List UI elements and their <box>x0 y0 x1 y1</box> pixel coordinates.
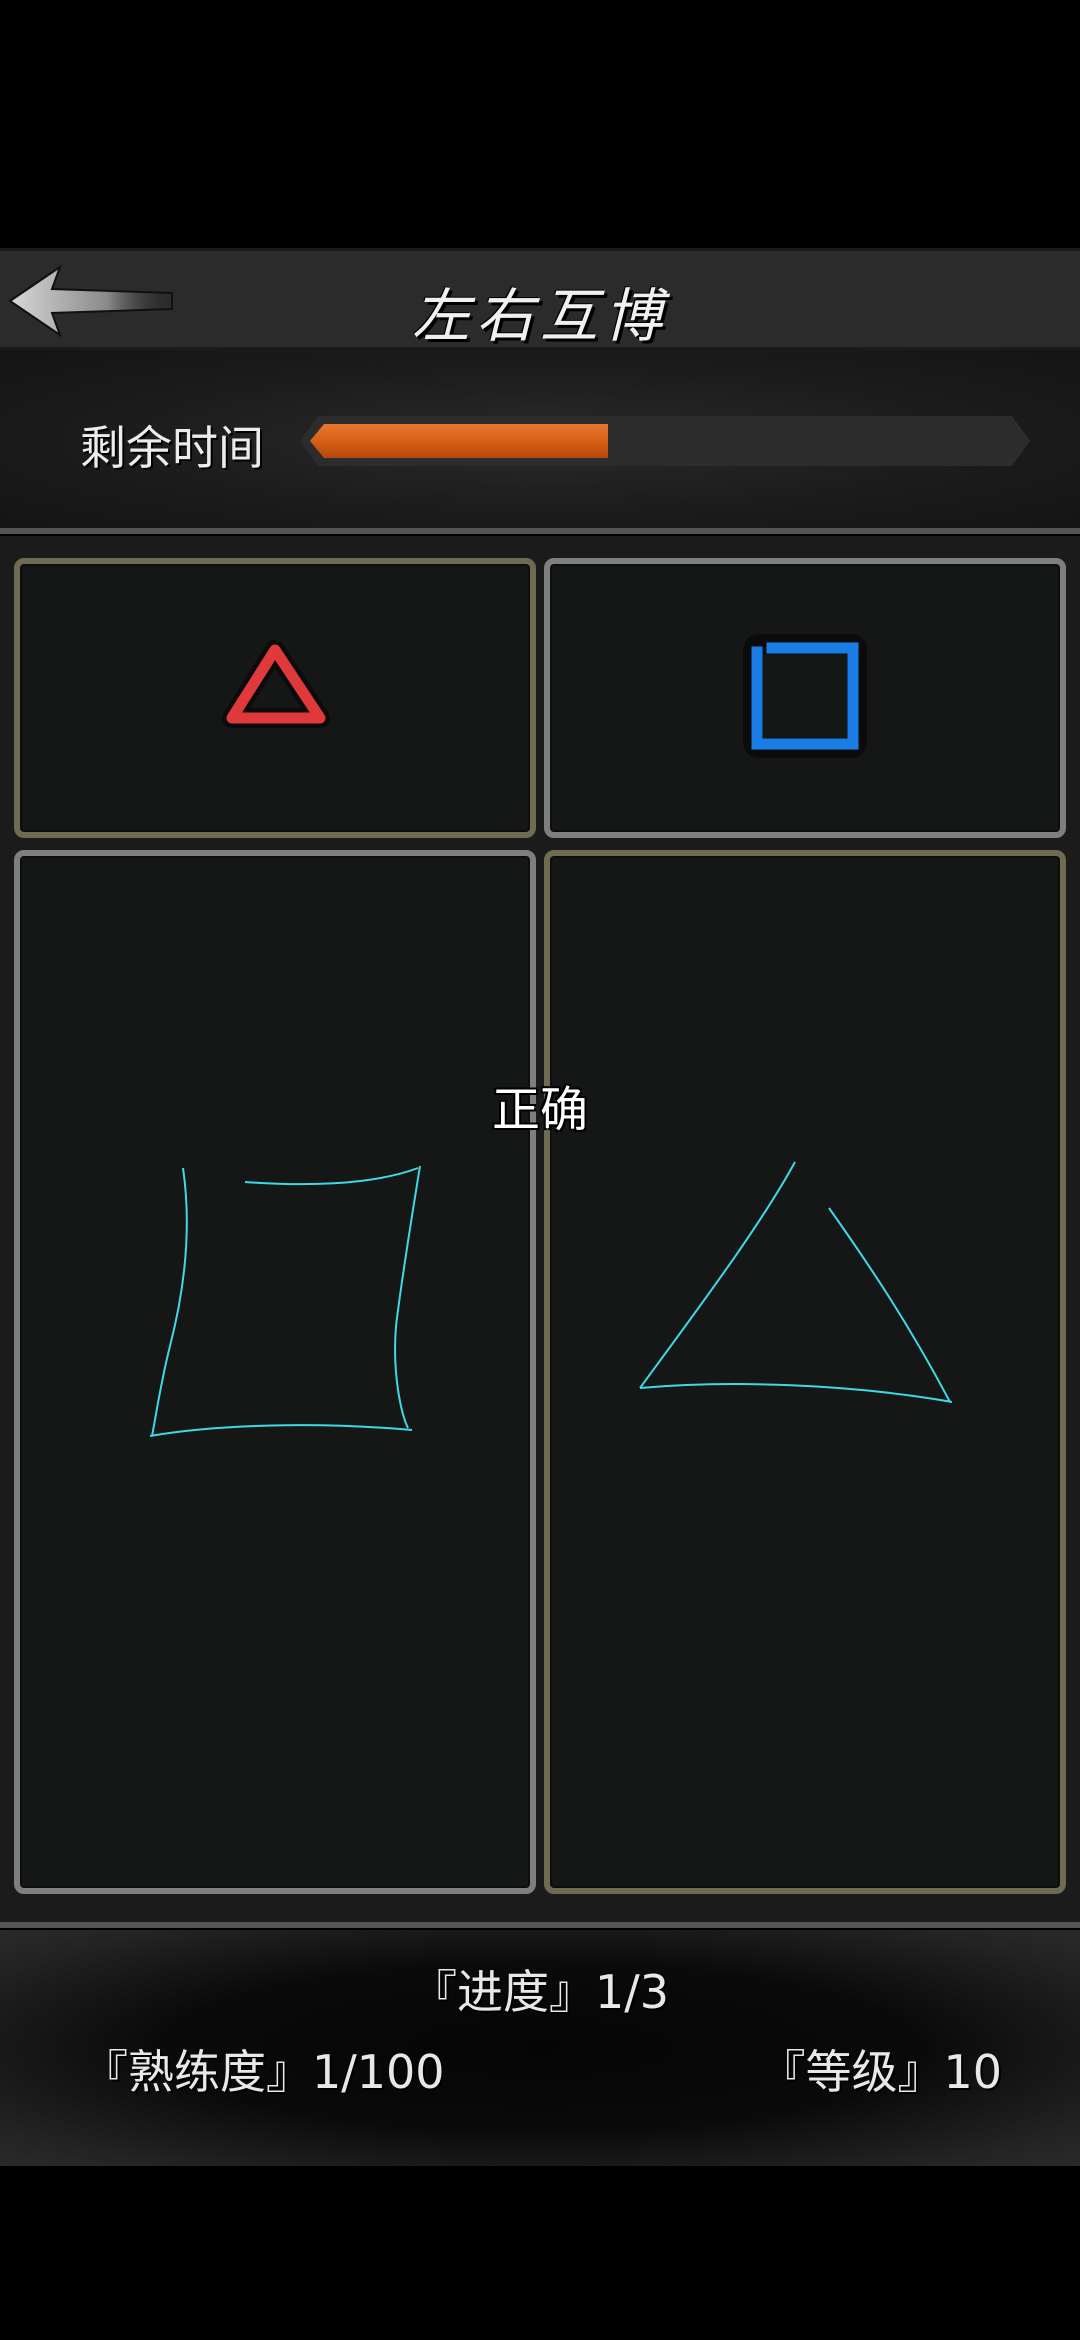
level-text: 『等级』10 <box>759 2045 1002 2099</box>
timer-bar <box>300 416 1030 466</box>
progress-text: 『进度』1/3 <box>410 1965 670 2019</box>
drawing-canvas-right[interactable] <box>544 850 1066 1894</box>
target-panel-right <box>544 558 1066 838</box>
footer-stats: 『进度』1/3 『熟练度』1/100 『等级』10 <box>0 1930 1080 2166</box>
timer-label: 剩余时间 <box>80 421 264 475</box>
drawn-square-stroke <box>149 1165 421 1437</box>
page-title: 左右互博 <box>411 282 668 350</box>
timer-section: 剩余时间 <box>0 350 1080 530</box>
header-bar: 左右互博 <box>0 248 1080 350</box>
feedback-text: 正确 <box>491 1082 588 1138</box>
target-panel-left <box>14 558 536 838</box>
divider-top <box>0 528 1080 534</box>
drawing-canvas-left[interactable] <box>14 850 536 1894</box>
triangle-icon <box>222 640 330 728</box>
divider-bottom <box>0 1922 1080 1928</box>
drawn-triangle-stroke <box>639 1161 953 1403</box>
game-screen: 左右互博 剩余时间 正确 『进度』1/3 『熟练度』1/100 『等级』10 <box>0 0 1080 2340</box>
timer-bar-fill <box>310 424 608 458</box>
proficiency-text: 『熟练度』1/100 <box>82 2045 445 2099</box>
square-icon <box>743 634 867 758</box>
play-area <box>0 536 1080 1922</box>
